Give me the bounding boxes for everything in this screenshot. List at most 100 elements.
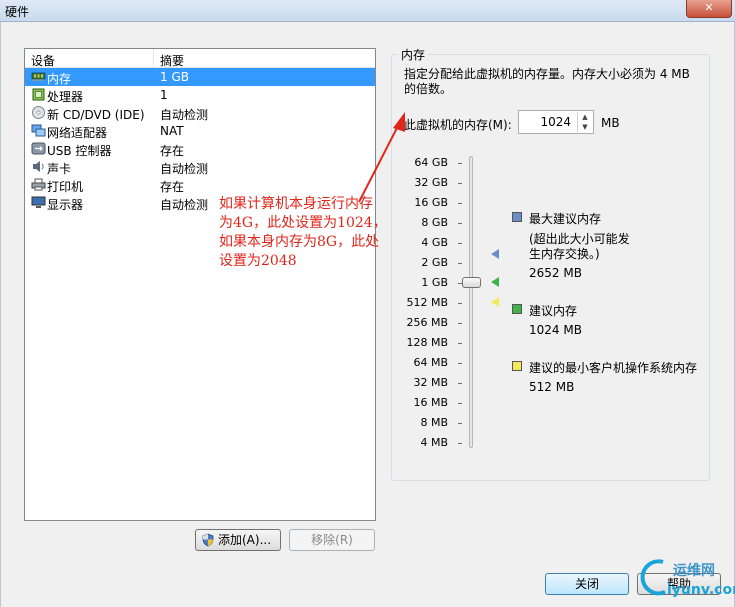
memory-description: 指定分配给此虚拟机的内存量。内存大小必须为 4 MB 的倍数。 [404,67,690,96]
memory-slider-thumb[interactable] [462,277,481,288]
recommended-legend-icon [512,304,522,314]
annotation-line: 如果本身内存为8G，此处 [219,234,380,250]
scale-tick [458,383,462,384]
close-icon: ✕ [704,1,714,14]
sound-card-icon [33,161,44,172]
device-row-memory[interactable]: 内存 1 GB [25,68,375,86]
memory-field-label: 此虚拟机的内存(M): [404,118,512,132]
memory-slider-track[interactable] [469,156,473,448]
memory-scale-label: 128 MB [406,336,448,349]
recommended-title: 建议内存 [529,304,578,318]
scale-tick [458,223,462,224]
spin-down-icon[interactable]: ▼ [577,122,592,132]
memory-scale-label: 512 MB [406,296,448,309]
device-name: 内存 [47,72,72,86]
scale-tick [458,163,462,164]
memory-size-value[interactable]: 1024 [540,115,571,129]
memory-scale-label: 4 MB [420,436,448,449]
device-name: USB 控制器 [47,144,112,158]
max-recommended-legend-icon [512,212,522,222]
column-header-summary[interactable]: 摘要 [160,52,184,69]
scale-tick [458,403,462,404]
min-recommended-legend-icon [512,361,522,371]
memory-size-stepper[interactable]: 1024 ▲ ▼ [518,110,594,134]
device-summary: 1 GB [160,70,189,84]
device-summary: 自动检测 [160,108,209,122]
usb-icon [31,142,46,155]
scale-tick [458,243,462,244]
device-row-cd-dvd[interactable]: 新 CD/DVD (IDE) 自动检测 [25,104,375,122]
display-icon [31,196,46,208]
window-title: 硬件 [5,5,30,19]
recommended-value: 1024 MB [529,323,582,337]
device-list[interactable]: 设备 摘要 内存 1 GB 处理器 1 新 CD/DVD (IDE) 自动检测 … [24,48,376,521]
network-adapter-icon [31,124,46,137]
shield-icon [202,533,214,547]
device-name: 打印机 [47,180,84,194]
scale-tick [458,363,462,364]
window-close-button[interactable]: ✕ [686,0,732,18]
device-summary: 1 [160,88,168,102]
memory-scale-label: 64 MB [413,356,448,369]
watermark-logo-icon [640,559,666,596]
device-name: 声卡 [47,162,72,176]
device-row-sound-card[interactable]: 声卡 自动检测 [25,158,375,176]
add-device-button[interactable]: 添加(A)... [195,529,281,551]
watermark: 运维网 iyunv.com [633,556,735,604]
remove-device-button[interactable]: 移除(R) [289,529,375,551]
scale-tick [458,443,462,444]
close-button-label: 关闭 [574,577,599,591]
scale-tick [458,423,462,424]
add-button-label: 添加(A)... [218,533,272,547]
memory-icon [31,72,46,81]
watermark-cn: 运维网 [673,563,715,579]
memory-scale-label: 1 GB [421,276,448,289]
watermark-url: iyunv.com [667,582,735,598]
max-recommended-note: (超出此大小可能发生内存交换。) [529,232,630,261]
recommended-marker-icon [491,277,499,287]
device-summary: 自动检测 [160,162,209,176]
annotation-line: 设置为2048 [219,253,297,269]
device-summary: 存在 [160,144,185,158]
spin-up-icon[interactable]: ▲ [577,112,592,122]
memory-scale-label: 16 MB [413,396,448,409]
scale-tick [458,323,462,324]
scale-tick [458,263,462,264]
device-name: 新 CD/DVD (IDE) [47,108,145,122]
device-name: 处理器 [47,90,84,104]
title-bar: 硬件 ✕ [0,0,735,22]
close-button[interactable]: 关闭 [545,573,629,595]
scale-tick [458,343,462,344]
max-recommended-marker-icon [491,249,499,259]
remove-button-label: 移除(R) [311,533,353,547]
memory-scale-label: 256 MB [406,316,448,329]
annotation-arrow-icon [358,112,405,203]
max-recommended-value: 2652 MB [529,266,582,280]
device-row-usb-controller[interactable]: USB 控制器 存在 [25,140,375,158]
memory-scale-label: 8 MB [420,416,448,429]
device-row-network-adapter[interactable]: 网络适配器 NAT [25,122,375,140]
column-header-device[interactable]: 设备 [31,52,55,69]
annotation-line: 为4G，此处设置为1024， [219,215,387,231]
processor-icon [32,88,45,101]
device-row-processor[interactable]: 处理器 1 [25,86,375,104]
scale-tick [458,183,462,184]
max-recommended-title: 最大建议内存 [529,212,602,226]
scale-tick [458,303,462,304]
device-summary: NAT [160,124,184,138]
memory-group-title: 内存 [398,46,429,63]
device-name: 显示器 [47,198,84,212]
printer-icon [31,178,46,191]
cd-dvd-icon [32,106,45,119]
scale-tick [458,203,462,204]
min-recommended-marker-icon [491,297,499,307]
device-row-printer[interactable]: 打印机 存在 [25,176,375,194]
min-recommended-value: 512 MB [529,380,575,394]
memory-unit-label: MB [601,116,620,130]
device-name: 网络适配器 [47,126,108,140]
memory-scale-label: 32 MB [413,376,448,389]
device-list-header: 设备 摘要 [25,49,375,68]
device-summary: 存在 [160,180,185,194]
min-recommended-title: 建议的最小客户机操作系统内存 [529,361,698,375]
device-summary: 自动检测 [160,198,209,212]
